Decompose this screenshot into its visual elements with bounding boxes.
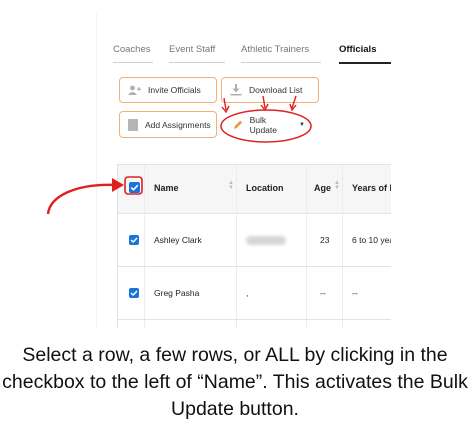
table-row[interactable]: Greg Pasha , -- -- — [118, 267, 391, 320]
column-header-name[interactable]: Name — [154, 183, 179, 193]
column-header-years[interactable]: Years of E — [352, 183, 391, 193]
pencil-icon — [233, 120, 243, 129]
download-list-button[interactable]: Download List — [221, 77, 319, 103]
tab-bar: Coaches Event Staff Athletic Trainers Of… — [113, 44, 391, 68]
download-list-label: Download List — [249, 85, 303, 95]
tab-officials[interactable]: Officials — [339, 44, 391, 64]
officials-table: Name ▲▼ Location Age ▲▼ Years of E Ashle… — [117, 164, 391, 328]
cell-name: Greg Pasha — [154, 288, 200, 298]
checkbox-checked-icon — [130, 184, 139, 191]
table-header: Name ▲▼ Location Age ▲▼ Years of E — [118, 165, 391, 214]
redacted-location — [246, 236, 286, 245]
cell-name: Ashley Clark — [154, 235, 202, 245]
row-checkbox[interactable] — [129, 288, 139, 298]
tab-athletic-trainers[interactable]: Athletic Trainers — [241, 44, 321, 63]
app-screenshot: Coaches Event Staff Athletic Trainers Of… — [96, 14, 391, 328]
tab-coaches[interactable]: Coaches — [113, 44, 153, 63]
cell-years: 6 to 10 year — [352, 235, 391, 245]
invite-officials-label: Invite Officials — [148, 85, 201, 95]
cell-location: , — [246, 288, 249, 298]
sort-icon[interactable]: ▲ ▼ — [334, 180, 340, 191]
table-row[interactable]: Ashley Clark 23 6 to 10 year — [118, 214, 391, 267]
checkbox-checked-icon — [130, 290, 138, 297]
tab-event-staff[interactable]: Event Staff — [169, 44, 225, 63]
add-assignments-button[interactable]: Add Assignments — [119, 111, 217, 138]
row-checkbox[interactable] — [129, 235, 139, 245]
download-icon — [230, 84, 242, 96]
column-header-age[interactable]: Age — [314, 183, 331, 193]
document-icon — [128, 118, 138, 131]
invite-officials-button[interactable]: Invite Officials — [119, 77, 217, 103]
sort-icon[interactable]: ▲ ▼ — [228, 180, 234, 191]
cell-years: -- — [352, 288, 358, 298]
add-assignments-label: Add Assignments — [145, 119, 211, 130]
dropdown-caret-icon: ▼ — [299, 122, 305, 128]
bulk-update-button[interactable]: Bulk Update ▼ — [223, 114, 305, 136]
add-user-icon — [128, 85, 141, 95]
select-all-checkbox[interactable] — [129, 182, 140, 193]
cell-age: 23 — [320, 235, 330, 245]
bulk-update-label: Bulk Update — [249, 115, 278, 135]
instruction-caption: Select a row, a few rows, or ALL by clic… — [2, 344, 468, 420]
column-header-location[interactable]: Location — [246, 183, 284, 193]
cell-age: -- — [320, 288, 326, 298]
checkbox-checked-icon — [130, 237, 138, 244]
